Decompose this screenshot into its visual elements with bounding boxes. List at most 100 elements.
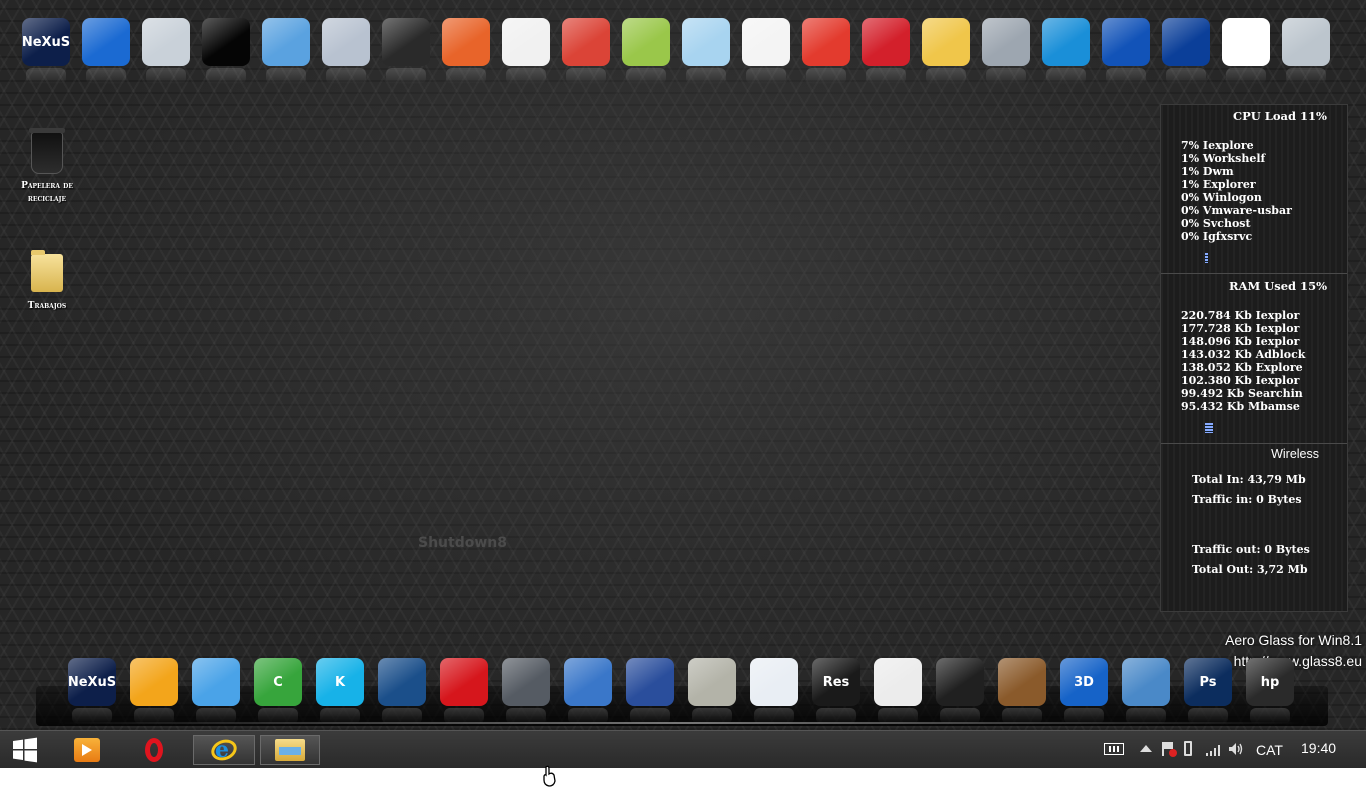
notepad-plus-icon[interactable]	[622, 18, 670, 84]
trabajos-folder-shortcut[interactable]: Trabajos	[12, 250, 82, 313]
ram-process-item: 148.096 Kb Iexplor	[1181, 335, 1300, 348]
toolbox-icon[interactable]	[688, 658, 736, 724]
hard-disk-icon[interactable]	[982, 18, 1030, 84]
remote-desktop-icon[interactable]	[1102, 18, 1150, 84]
3d-text-icon[interactable]: 3D	[1060, 658, 1108, 724]
clock-settings-icon[interactable]	[1282, 18, 1330, 84]
cpu-process-list: 7% Iexplore 1% Workshelf 1% Dwm 1% Explo…	[1181, 139, 1292, 243]
ram-used-title: RAM Used 15%	[1228, 279, 1327, 293]
laptop-icon[interactable]	[382, 18, 430, 84]
usb-drive-icon[interactable]	[502, 658, 550, 724]
brush-tool-icon[interactable]	[936, 658, 984, 724]
input-language-indicator[interactable]: CAT	[1256, 742, 1283, 758]
aimp-player-icon[interactable]	[564, 658, 612, 724]
ram-meter-bar	[1205, 423, 1213, 433]
battery-power-icon[interactable]	[1184, 741, 1192, 756]
panda-icon[interactable]	[1222, 18, 1270, 84]
ram-process-item: 143.032 Kb Adblock	[1181, 348, 1306, 361]
reshacker-icon[interactable]: Res	[812, 658, 860, 724]
folder-icon	[31, 250, 63, 292]
uninstall-icon[interactable]	[322, 18, 370, 84]
color-window-icon[interactable]	[750, 658, 798, 724]
ram-process-item: 99.492 Kb Searchin	[1181, 387, 1303, 400]
mouse-cursor	[543, 765, 556, 787]
recycle-bin-shortcut[interactable]: Papelera de reciclaje	[12, 128, 82, 206]
taskbar-opera[interactable]	[136, 735, 172, 765]
taskbar: e CAT 19:40	[0, 730, 1366, 768]
action-center-flag-icon[interactable]	[1162, 742, 1177, 757]
cpu-process-item: 0% Winlogon	[1181, 191, 1262, 204]
vmware-icon[interactable]	[130, 658, 178, 724]
taskbar-file-explorer[interactable]	[260, 735, 320, 765]
cpu-process-item: 1% Explorer	[1181, 178, 1256, 191]
folder-label: Trabajos	[27, 301, 67, 311]
clock-time[interactable]: 19:40	[1301, 740, 1336, 756]
mouse-icon[interactable]	[502, 18, 550, 84]
disc-burner-icon[interactable]	[998, 658, 1046, 724]
top-dock: NeXuS	[22, 14, 1352, 84]
control-panel-icon[interactable]	[262, 18, 310, 84]
taskbar-media-player[interactable]	[70, 735, 104, 765]
internet-explorer-icon: e	[208, 736, 240, 764]
cpu-process-item: 0% Vmware-usbar	[1181, 204, 1292, 217]
windows-logo-icon[interactable]	[82, 18, 130, 84]
aero-glass-line1: Aero Glass for Win8.1	[1225, 632, 1362, 648]
power-button-icon[interactable]	[440, 658, 488, 724]
blank-document-icon[interactable]	[742, 18, 790, 84]
notepad-icon[interactable]	[682, 18, 730, 84]
movie-maker-icon[interactable]	[378, 658, 426, 724]
keyboard-icon[interactable]	[1104, 743, 1124, 755]
desktop-background: NeXuS Papelera de reciclaje Trabajos Shu…	[0, 0, 1366, 730]
traffic-in-stat: Traffic in: 0 Bytes	[1192, 493, 1302, 506]
ram-process-item: 102.380 Kb Iexplor	[1181, 374, 1300, 387]
text-editor-icon[interactable]	[874, 658, 922, 724]
opera-icon	[145, 738, 163, 762]
ccleaner-icon[interactable]	[802, 18, 850, 84]
ram-process-item: 220.784 Kb Iexplor	[1181, 309, 1300, 322]
camtasia-icon-label: C	[273, 674, 283, 690]
reshacker-icon-label: Res	[822, 674, 850, 690]
nexus-launcher-2-icon[interactable]: NeXuS	[67, 658, 117, 724]
nexus-launcher-2-icon-label: NeXuS	[67, 674, 117, 690]
ram-process-list: 220.784 Kb Iexplor 177.728 Kb Iexplor 14…	[1181, 309, 1305, 413]
recycle-bin-label: Papelera de reciclaje	[21, 181, 73, 204]
lego-brick-icon[interactable]	[862, 18, 910, 84]
vlc-cone-icon[interactable]	[442, 18, 490, 84]
taskbar-internet-explorer[interactable]: e	[193, 735, 255, 765]
camera-snapshot-icon[interactable]	[1122, 658, 1170, 724]
volume-speaker-icon[interactable]	[1228, 742, 1244, 759]
recycle-bin-icon	[29, 128, 65, 174]
malwarebytes-icon[interactable]	[1162, 18, 1210, 84]
photoshop-icon[interactable]: Ps	[1184, 658, 1232, 724]
cpu-meter-bar	[1205, 253, 1208, 263]
cpu-process-item: 0% Igfxsrvc	[1181, 230, 1253, 243]
computer-monitor-icon[interactable]	[142, 18, 190, 84]
photo-collage-icon[interactable]	[192, 658, 240, 724]
cpu-process-item: 7% Iexplore	[1181, 139, 1254, 152]
ram-process-item: 177.728 Kb Iexplor	[1181, 322, 1300, 335]
network-signal-icon[interactable]	[1206, 743, 1222, 759]
hp-logo-icon[interactable]: hp	[1246, 658, 1294, 724]
shutdown8-label[interactable]: Shutdown8	[418, 535, 507, 551]
sync-circle-icon[interactable]	[1042, 18, 1090, 84]
cpu-process-item: 1% Workshelf	[1181, 152, 1266, 165]
nexus-launcher-icon-label: NeXuS	[21, 34, 71, 50]
show-hidden-icons-icon[interactable]	[1140, 745, 1152, 752]
hp-logo-icon-label: hp	[1260, 674, 1280, 690]
total-in-stat: Total In: 43,79 Mb	[1192, 473, 1306, 486]
ram-process-item: 95.432 Kb Mbamse	[1181, 400, 1300, 413]
magic-wand-icon[interactable]	[922, 18, 970, 84]
chrome-icon[interactable]	[562, 18, 610, 84]
media-sphere-icon[interactable]	[626, 658, 674, 724]
system-monitor-gadget: CPU Load 11% 7% Iexplore 1% Workshelf 1%…	[1160, 104, 1348, 612]
start-button[interactable]	[8, 735, 42, 765]
camtasia-icon[interactable]: C	[254, 658, 302, 724]
nexus-launcher-icon[interactable]: NeXuS	[21, 18, 71, 84]
system-tray: CAT 19:40	[1096, 731, 1366, 768]
photoshop-icon-label: Ps	[1199, 674, 1217, 690]
gadget-divider	[1161, 273, 1347, 274]
black-screen-icon[interactable]	[202, 18, 250, 84]
windows-start-icon	[13, 737, 37, 763]
kodi-icon[interactable]: K	[316, 658, 364, 724]
total-out-stat: Total Out: 3,72 Mb	[1192, 563, 1308, 576]
